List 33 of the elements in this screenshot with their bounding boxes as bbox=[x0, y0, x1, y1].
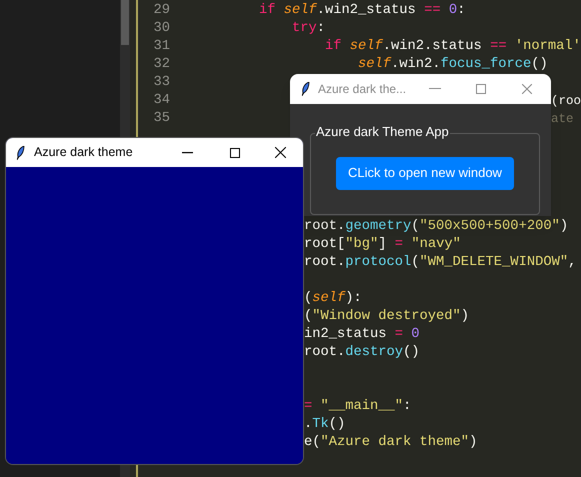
code-line: root.destroy() bbox=[304, 344, 420, 362]
group-label: Azure dark Theme App bbox=[315, 124, 450, 140]
code-line: ate bbox=[551, 111, 574, 128]
code-line: if self.win2_status == 0: bbox=[259, 2, 466, 20]
code-line: in2_status = 0 bbox=[304, 326, 420, 344]
code-line: .Tk() bbox=[304, 416, 346, 434]
code-line: self.win2.focus_force() bbox=[358, 56, 548, 74]
code-line: e("Azure dark theme") bbox=[304, 434, 478, 452]
close-icon[interactable] bbox=[275, 147, 286, 158]
line-number: 30 bbox=[152, 20, 170, 38]
minimize-icon[interactable] bbox=[182, 152, 193, 154]
feather-icon bbox=[302, 82, 310, 96]
line-number: 34 bbox=[152, 92, 170, 110]
code-line: (self): bbox=[304, 290, 362, 308]
line-number: 29 bbox=[152, 2, 170, 20]
code-line: root.geometry("500x500+500+200") bbox=[304, 218, 568, 236]
code-line: try: bbox=[292, 20, 326, 38]
code-line: if self.win2.status == 'normal' bbox=[325, 38, 581, 56]
scrollbar-thumb[interactable] bbox=[121, 0, 129, 45]
code-line: ("Window destroyed") bbox=[304, 308, 470, 326]
code-line: root.protocol("WM_DELETE_WINDOW", bbox=[304, 254, 576, 272]
maximize-icon[interactable] bbox=[230, 148, 240, 158]
code-line: (roo bbox=[551, 93, 581, 110]
feather-icon bbox=[17, 146, 25, 160]
line-number: 32 bbox=[152, 56, 170, 74]
line-number: 35 bbox=[152, 110, 170, 128]
line-number: 33 bbox=[152, 74, 170, 92]
code-line: root["bg"] = "navy" bbox=[304, 236, 461, 254]
code-line: = "__main__": bbox=[304, 398, 412, 416]
window-title: Azure dark the... bbox=[318, 81, 406, 98]
line-number: 31 bbox=[152, 38, 170, 56]
open-window-button[interactable]: CLick to open new window bbox=[336, 156, 514, 190]
window-title: Azure dark theme bbox=[34, 144, 133, 162]
